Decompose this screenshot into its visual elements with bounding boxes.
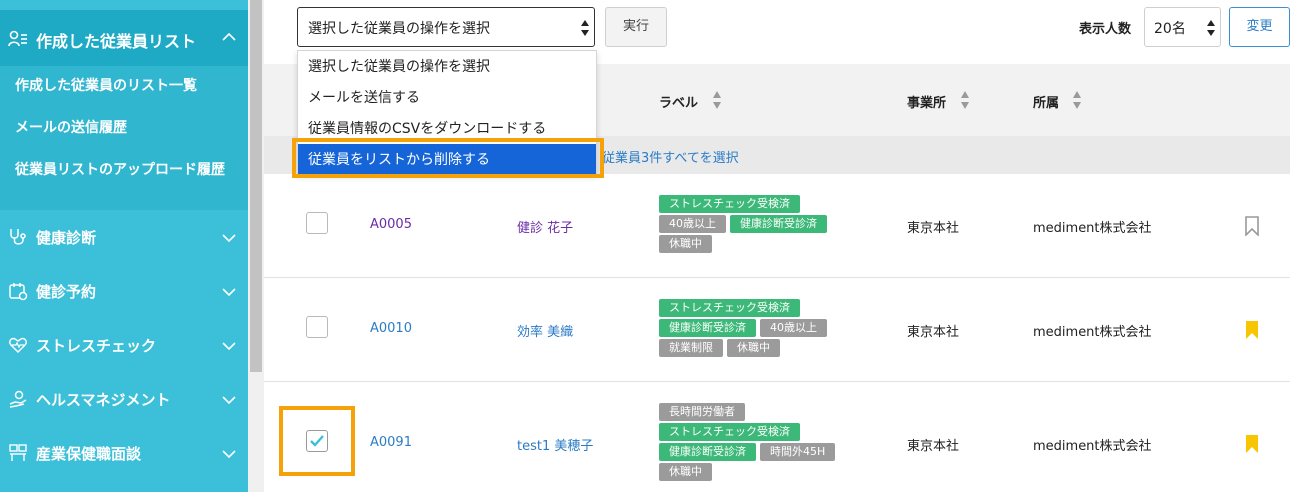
highlight-remove-option: [292, 138, 604, 178]
column-header-label[interactable]: ラベル: [659, 92, 698, 111]
sidebar-item-health-management[interactable]: ヘルスマネジメント: [0, 372, 248, 426]
calendar-icon: [9, 283, 28, 301]
option-label: 選択した従業員の操作を選択: [308, 59, 490, 75]
bookmark-filled-icon[interactable]: [1244, 434, 1260, 454]
nav-label: 産業保健職面談: [36, 445, 142, 463]
tag: 休職中: [659, 463, 712, 481]
tag: 休職中: [659, 235, 712, 253]
sidebar-item-list-overview[interactable]: 作成した従業員のリスト一覧: [15, 77, 240, 95]
tag: 時間外45H: [760, 443, 836, 461]
tag: ストレスチェック受検済: [659, 423, 800, 441]
employee-name-link[interactable]: test1 美穂子: [517, 435, 593, 454]
column-header-office[interactable]: 事業所: [907, 92, 946, 111]
sidebar-item-mail-history[interactable]: メールの送信履歴: [15, 119, 240, 137]
sidebar-scrollbar[interactable]: [248, 0, 264, 492]
scrollbar-thumb[interactable]: [250, 0, 262, 372]
chevron-down-icon: [222, 234, 236, 243]
tag: 長時間労働者: [659, 403, 745, 421]
bookmark-filled-icon[interactable]: [1244, 320, 1260, 340]
table-row: A0010 効率 美織 ストレスチェック受検済 健康診断受診済 40歳以上 就業制…: [264, 278, 1290, 382]
heart-icon: [9, 337, 27, 354]
select-all-link[interactable]: 従業員3件すべてを選択: [602, 147, 739, 166]
department-cell: mediment株式会社: [1033, 325, 1152, 340]
sort-icon[interactable]: [960, 89, 970, 111]
sidebar: 作成した従業員リスト 作成した従業員のリスト一覧 メールの送信履歴 従業員リスト…: [0, 0, 248, 492]
office-cell: 東京本社: [907, 221, 960, 236]
dropdown-option-send-mail[interactable]: メールを送信する: [298, 82, 596, 112]
bulk-action-select[interactable]: 選択した従業員の操作を選択: [297, 7, 595, 47]
row-checkbox[interactable]: [306, 212, 328, 234]
display-count-label: 表示人数: [1079, 22, 1132, 37]
chevron-down-icon: [222, 342, 236, 351]
tag: 健康診断受診済: [659, 443, 756, 461]
stethoscope-icon: [10, 229, 26, 245]
chevron-up-icon: [222, 32, 236, 41]
display-count-select[interactable]: 20名: [1144, 7, 1221, 47]
sidebar-section-title: 作成した従業員リスト: [36, 32, 197, 51]
office-cell: 東京本社: [907, 325, 960, 340]
bookmark-outline-icon[interactable]: [1244, 216, 1260, 236]
sort-icon[interactable]: [1072, 89, 1082, 111]
chevron-down-icon: [222, 450, 236, 459]
tag: 健康診断受診済: [659, 319, 756, 337]
employee-id-link[interactable]: A0005: [370, 217, 412, 232]
display-count-value: 20名: [1154, 21, 1186, 37]
tag: 就業制限: [659, 339, 723, 357]
tag: ストレスチェック受検済: [659, 299, 800, 317]
sidebar-item-health-checkup[interactable]: 健康診断: [0, 210, 248, 264]
sort-icon[interactable]: [712, 89, 722, 111]
sidebar-section-employee-lists[interactable]: 作成した従業員リスト: [0, 10, 248, 66]
employee-id-link[interactable]: A0010: [370, 321, 412, 336]
office-cell: 東京本社: [907, 439, 960, 454]
tag: 40歳以上: [760, 319, 827, 337]
employee-name-link[interactable]: 効率 美織: [517, 321, 573, 340]
highlight-checked-row: [279, 406, 355, 476]
table-row: A0091 test1 美穂子 長時間労働者 ストレスチェック受検済 健康診断受…: [264, 382, 1290, 492]
option-label: メールを送信する: [308, 90, 420, 106]
sidebar-item-upload-history[interactable]: 従業員リストのアップロード履歴: [15, 161, 240, 179]
column-header-department[interactable]: 所属: [1033, 92, 1059, 111]
department-cell: mediment株式会社: [1033, 439, 1152, 454]
health-hand-icon: [9, 390, 27, 408]
option-label: 従業員情報のCSVをダウンロードする: [308, 121, 547, 137]
tag: 健康診断受診済: [730, 215, 827, 233]
table-row: A0005 健診 花子 ストレスチェック受検済 40歳以上 健康診断受診済 休職中…: [264, 174, 1290, 278]
bulk-action-value: 選択した従業員の操作を選択: [308, 21, 490, 37]
label-tags: 長時間労働者 ストレスチェック受検済 健康診断受診済 時間外45H 休職中: [659, 403, 899, 483]
label-tags: ストレスチェック受検済 40歳以上 健康診断受診済 休職中: [659, 195, 899, 255]
nav-label: ヘルスマネジメント: [36, 391, 171, 409]
chevron-down-icon: [222, 396, 236, 405]
change-button[interactable]: 変更: [1229, 7, 1290, 47]
sidebar-item-occupational-interview[interactable]: 産業保健職面談: [0, 426, 248, 480]
employee-name-link[interactable]: 健診 花子: [517, 217, 573, 236]
label-tags: ストレスチェック受検済 健康診断受診済 40歳以上 就業制限 休職中: [659, 299, 899, 359]
sidebar-item-stress-check[interactable]: ストレスチェック: [0, 318, 248, 372]
nav-label: 健康診断: [36, 229, 97, 247]
tag: 40歳以上: [659, 215, 726, 233]
chevron-down-icon: [222, 288, 236, 297]
tag: ストレスチェック受検済: [659, 195, 800, 213]
user-list-icon: [8, 30, 27, 47]
select-updown-icon: [581, 20, 589, 36]
select-updown-icon: [1207, 20, 1215, 36]
employee-id-link[interactable]: A0091: [370, 435, 412, 450]
nav-label: 健診予約: [36, 283, 97, 301]
execute-button[interactable]: 実行: [605, 7, 667, 47]
department-cell: mediment株式会社: [1033, 221, 1152, 236]
nav-label: ストレスチェック: [36, 337, 157, 355]
row-checkbox[interactable]: [306, 316, 328, 338]
dropdown-option-placeholder[interactable]: 選択した従業員の操作を選択: [298, 51, 596, 81]
interview-icon: [9, 444, 27, 461]
sidebar-subnav: 作成した従業員のリスト一覧 メールの送信履歴 従業員リストのアップロード履歴: [0, 66, 248, 210]
sidebar-item-checkup-booking[interactable]: 健診予約: [0, 264, 248, 318]
tag: 休職中: [727, 339, 780, 357]
